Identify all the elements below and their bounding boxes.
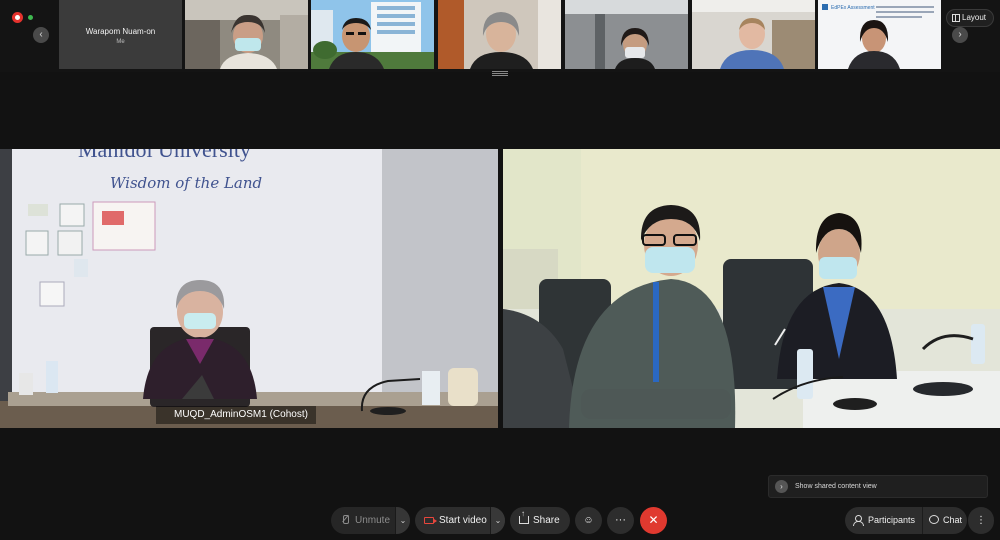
start-video-button[interactable]: Start video ⌄ [415, 507, 505, 534]
unmute-button[interactable]: Unmute ⌄ [331, 507, 410, 534]
participant-thumbnail[interactable] [565, 0, 688, 69]
video-tile-participants[interactable] [503, 149, 1000, 428]
participant-thumbnail[interactable] [692, 0, 815, 69]
participant-video [185, 0, 308, 69]
participant-filmstrip: ‹ Warapom Nuam-on Me EdPEx Assessment La… [0, 0, 1000, 76]
panel-more-options-button[interactable]: ⋮ [968, 507, 994, 534]
self-label: Me [116, 39, 125, 45]
recording-indicator-icon [12, 12, 23, 23]
participant-video [565, 0, 688, 69]
leave-meeting-button[interactable]: ✕ [640, 507, 667, 534]
video-tile-cohost[interactable]: Mahidol University Wisdom of the Land MU… [0, 149, 498, 428]
vertical-dots-icon: ⋮ [976, 515, 986, 526]
expand-arrow-icon: › [775, 480, 788, 493]
close-icon: ✕ [648, 513, 659, 527]
participant-video: Mahidol University Wisdom of the Land [0, 149, 498, 428]
shared-content-label: Show shared content view [795, 483, 877, 490]
reactions-smiley-icon: ☺ [583, 515, 594, 526]
participants-button[interactable]: Participants [845, 507, 922, 534]
chat-label: Chat [943, 515, 963, 525]
participant-thumbnail[interactable]: EdPEx Assessment [818, 0, 941, 69]
filmstrip-resize-handle[interactable] [492, 71, 508, 76]
more-dots-icon: ··· [615, 514, 626, 526]
wall-sign-motto: Wisdom of the Land [110, 174, 262, 192]
chat-bubble-icon [929, 515, 939, 524]
participant-thumbnail[interactable] [438, 0, 561, 69]
layout-label: Layout [962, 13, 987, 22]
self-name: Warapom Nuam-on [85, 27, 156, 36]
share-button[interactable]: Share [510, 507, 570, 534]
reactions-button[interactable]: ☺ [575, 507, 602, 534]
share-label: Share [533, 515, 560, 526]
self-thumbnail[interactable]: Warapom Nuam-on Me [59, 0, 182, 69]
connection-status-icon [28, 15, 33, 20]
participant-thumbnail[interactable] [311, 0, 434, 69]
show-shared-content-button[interactable]: › Show shared content view [768, 475, 988, 498]
share-screen-icon [519, 510, 529, 524]
participant-video [692, 0, 815, 69]
start-video-label: Start video [439, 515, 487, 526]
participant-name-label: MUQD_AdminOSM1 (Cohost) [156, 406, 316, 424]
participant-video [438, 0, 561, 69]
chat-button[interactable]: Chat [922, 507, 967, 534]
slide-title: EdPEx Assessment [831, 5, 875, 11]
video-options-chevron-down-icon[interactable]: ⌄ [490, 507, 505, 534]
unmute-label: Unmute [355, 515, 391, 526]
filmstrip-next-button[interactable]: › [952, 27, 968, 43]
participants-icon [853, 515, 864, 526]
participant-thumbnail[interactable] [185, 0, 308, 69]
participant-video [503, 149, 1000, 428]
wall-sign-university: Mahidol University [78, 149, 251, 162]
participants-label: Participants [868, 515, 916, 525]
video-off-camera-icon [424, 517, 437, 524]
participant-video [311, 0, 434, 69]
layout-button[interactable]: Layout [946, 9, 994, 27]
more-options-button[interactable]: ··· [607, 507, 634, 534]
participant-video: EdPEx Assessment [818, 0, 941, 69]
layout-grid-icon [952, 14, 960, 22]
audio-options-chevron-down-icon[interactable]: ⌄ [395, 507, 410, 534]
filmstrip-previous-button[interactable]: ‹ [33, 27, 49, 43]
